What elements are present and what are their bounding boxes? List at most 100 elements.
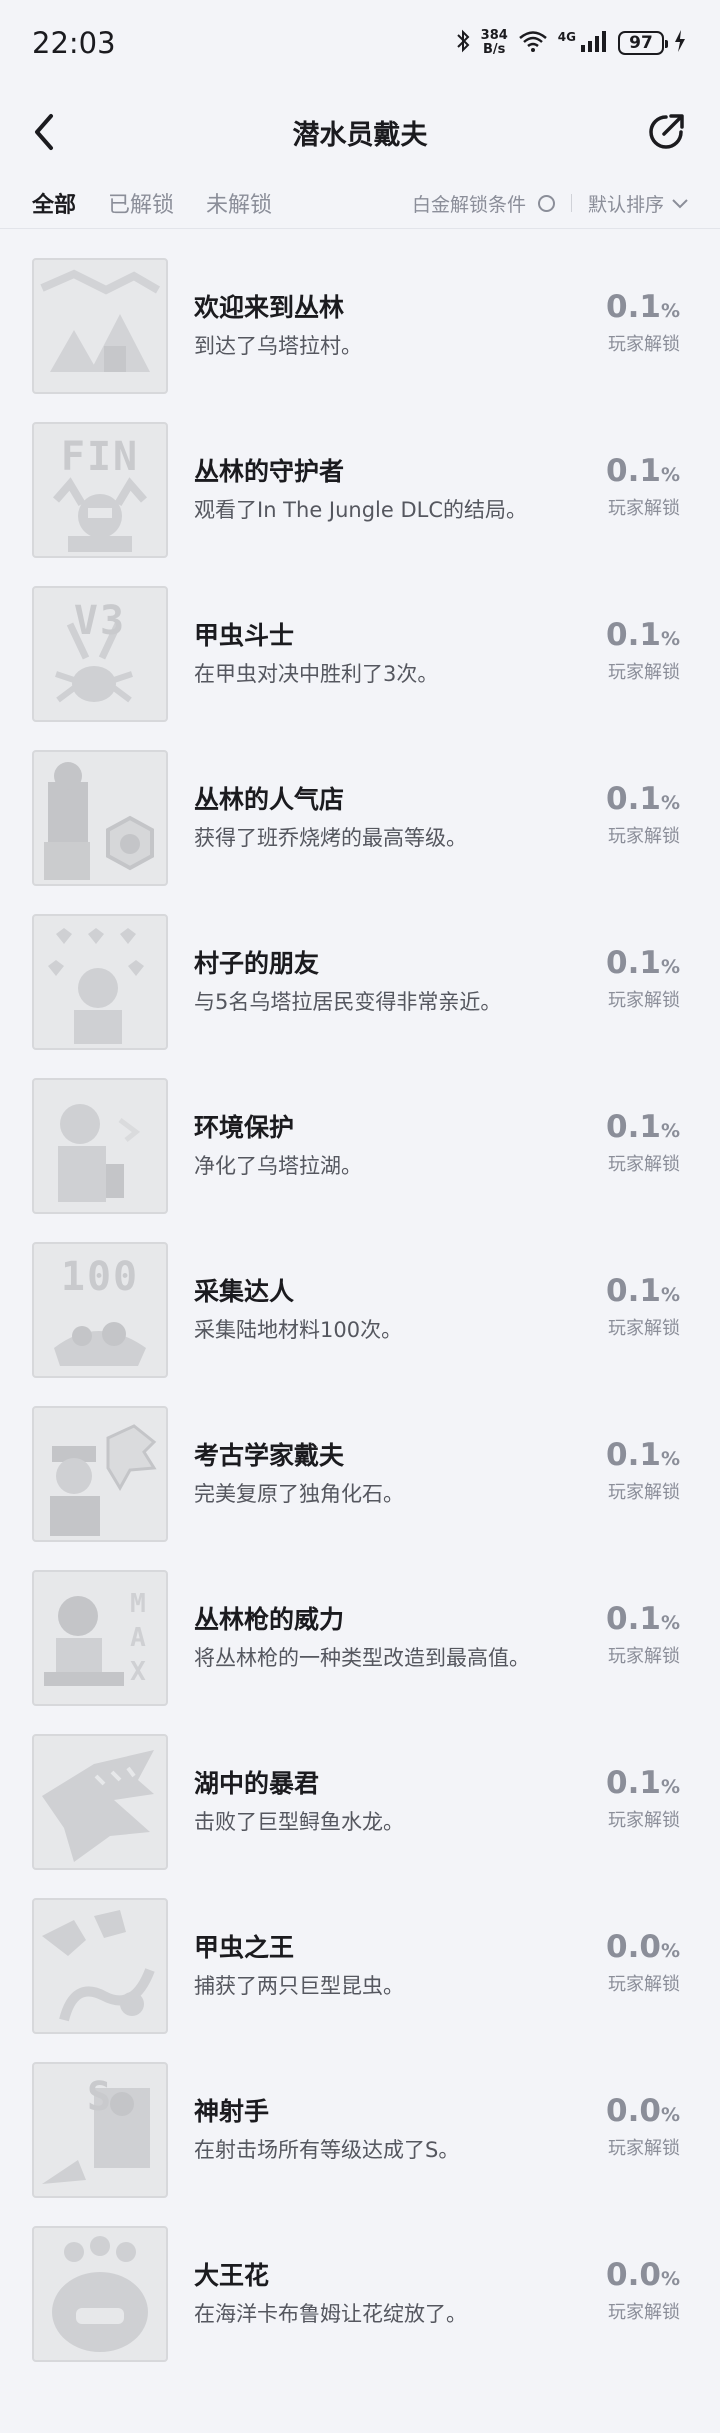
shop-level-icon [32, 750, 168, 886]
percent-sign: % [660, 300, 680, 322]
unlock-label: 玩家解锁 [608, 1318, 680, 1339]
status-time: 22:03 [32, 26, 116, 60]
svg-text:M: M [130, 1589, 146, 1619]
percent-sign: % [660, 464, 680, 486]
achievement-row[interactable]: 考古学家戴夫 完美复原了独角化石。 0.1% 玩家解锁 [0, 1392, 720, 1556]
header-divider [0, 228, 720, 229]
battery-level: 97 [629, 33, 653, 53]
unlock-label: 玩家解锁 [608, 1482, 680, 1503]
unlock-stat: 0.1% 玩家解锁 [560, 780, 680, 850]
achievement-row[interactable]: 村子的朋友 与5名乌塔拉居民变得非常亲近。 0.1% 玩家解锁 [0, 900, 720, 1064]
unlock-percent: 0.1% [560, 1108, 680, 1150]
unlock-percent-value: 0.1 [606, 1765, 661, 1801]
unlock-label: 玩家解锁 [608, 826, 680, 847]
achievement-row[interactable]: 欢迎来到丛林 到达了乌塔拉村。 0.1% 玩家解锁 [0, 244, 720, 408]
unlock-percent: 0.1% [560, 1600, 680, 1642]
unlock-percent-value: 0.1 [606, 289, 661, 325]
unlock-stat: 0.0% 玩家解锁 [560, 2092, 680, 2162]
thumb-badge: FIN [60, 434, 140, 480]
achievement-row[interactable]: S 神射手 在射击场所有等级达成了S。 0.0% 玩家解锁 [0, 2048, 720, 2212]
unlock-percent-value: 0.1 [606, 1437, 661, 1473]
unlock-label: 玩家解锁 [608, 990, 680, 1011]
unlock-percent-value: 0.1 [606, 1273, 661, 1309]
unlock-stat: 0.1% 玩家解锁 [560, 1600, 680, 1670]
unlock-label: 玩家解锁 [608, 334, 680, 355]
sort-dropdown[interactable]: 默认排序 [588, 190, 664, 217]
lake-tyrant-icon [32, 1734, 168, 1870]
status-icons: 384 B/s 4G 97 [455, 28, 686, 58]
unlock-percent-value: 0.1 [606, 781, 661, 817]
percent-sign: % [660, 2104, 680, 2126]
charging-icon [674, 29, 686, 57]
unlock-percent-value: 0.1 [606, 453, 661, 489]
platinum-condition-radio[interactable] [537, 194, 555, 212]
achievement-row[interactable]: 甲虫之王 捕获了两只巨型昆虫。 0.0% 玩家解锁 [0, 1884, 720, 2048]
back-button[interactable] [32, 108, 72, 156]
thumb-badge: S [86, 2074, 114, 2120]
tab-unlocked[interactable]: 已解锁 [108, 187, 174, 219]
unlock-stat: 0.1% 玩家解锁 [560, 1272, 680, 1342]
chevron-down-icon[interactable] [672, 192, 688, 214]
tab-all[interactable]: 全部 [32, 187, 76, 219]
unlock-stat: 0.1% 玩家解锁 [560, 616, 680, 686]
achievement-row[interactable]: FIN 丛林的守护者 观看了In The Jungle DLC的结局。 0.1%… [0, 408, 720, 572]
unlock-label: 玩家解锁 [608, 498, 680, 519]
percent-sign: % [660, 1776, 680, 1798]
share-icon [649, 114, 684, 149]
achievement-row[interactable]: MAX 丛林枪的威力 将丛林枪的一种类型改造到最高值。 0.1% 玩家解锁 [0, 1556, 720, 1720]
unlock-percent-value: 0.1 [606, 1109, 661, 1145]
unlock-percent: 0.0% [560, 2092, 680, 2134]
village-icon [32, 258, 168, 394]
speed-unit: B/s [483, 42, 506, 57]
achievements-page: 22:03 384 B/s 4G 97 潜水员戴夫 全部 已解锁 未解锁 白金解… [0, 0, 720, 2433]
achievement-row[interactable]: 环境保护 净化了乌塔拉湖。 0.1% 玩家解锁 [0, 1064, 720, 1228]
gather-100-icon: 100 [32, 1242, 168, 1378]
unlock-percent-value: 0.1 [606, 617, 661, 653]
network-speed: 384 B/s [481, 29, 508, 57]
unlock-percent-value: 0.0 [606, 2093, 661, 2129]
sharpshooter-icon: S [32, 2062, 168, 2198]
unlock-percent: 0.1% [560, 452, 680, 494]
hearts-friend-icon [32, 914, 168, 1050]
achievement-row[interactable]: 100 采集达人 采集陆地材料100次。 0.1% 玩家解锁 [0, 1228, 720, 1392]
platinum-condition-label: 白金解锁条件 [411, 193, 526, 216]
filter-divider [570, 194, 572, 212]
percent-sign: % [660, 1612, 680, 1634]
percent-sign: % [660, 628, 680, 650]
status-bar: 22:03 384 B/s 4G 97 [0, 0, 720, 86]
tab-locked[interactable]: 未解锁 [206, 187, 272, 219]
bluetooth-icon [455, 28, 471, 58]
unlock-stat: 0.1% 玩家解锁 [560, 288, 680, 358]
unlock-label: 玩家解锁 [608, 1810, 680, 1831]
percent-sign: % [660, 792, 680, 814]
filter-bar: 全部 已解锁 未解锁 白金解锁条件 默认排序 [0, 178, 720, 228]
unlock-label: 玩家解锁 [608, 1974, 680, 1995]
unlock-label: 玩家解锁 [608, 2138, 680, 2159]
achievement-row[interactable]: 大王花 在海洋卡布鲁姆让花绽放了。 0.0% 玩家解锁 [0, 2212, 720, 2376]
unlock-percent: 0.1% [560, 1272, 680, 1314]
unlock-label: 玩家解锁 [608, 1646, 680, 1667]
achievement-row[interactable]: V3 甲虫斗士 在甲虫对决中胜利了3次。 0.1% 玩家解锁 [0, 572, 720, 736]
percent-sign: % [660, 2268, 680, 2290]
thumb-badge: 100 [60, 1254, 140, 1300]
percent-sign: % [660, 956, 680, 978]
page-header: 潜水员戴夫 [0, 86, 720, 178]
percent-sign: % [660, 1284, 680, 1306]
signal-icon [580, 29, 608, 57]
unlock-percent: 0.1% [560, 616, 680, 658]
rafflesia-icon [32, 2226, 168, 2362]
achievement-row[interactable]: 丛林的人气店 获得了班乔烧烤的最高等级。 0.1% 玩家解锁 [0, 736, 720, 900]
page-title: 潜水员戴夫 [292, 119, 428, 151]
achievement-list: 欢迎来到丛林 到达了乌塔拉村。 0.1% 玩家解锁 FIN 丛林的守护者 观看了… [0, 244, 720, 2376]
unlock-stat: 0.1% 玩家解锁 [560, 944, 680, 1014]
unlock-stat: 0.0% 玩家解锁 [560, 2256, 680, 2326]
unlock-label: 玩家解锁 [608, 1154, 680, 1175]
unlock-stat: 0.1% 玩家解锁 [560, 1436, 680, 1506]
share-button[interactable] [642, 108, 690, 156]
percent-sign: % [660, 1448, 680, 1470]
achievement-row[interactable]: 湖中的暴君 击败了巨型鲟鱼水龙。 0.1% 玩家解锁 [0, 1720, 720, 1884]
unlock-percent: 0.1% [560, 944, 680, 986]
unlock-stat: 0.0% 玩家解锁 [560, 1928, 680, 1998]
wifi-icon [518, 29, 548, 57]
thumb-badge: V3 [73, 598, 127, 644]
